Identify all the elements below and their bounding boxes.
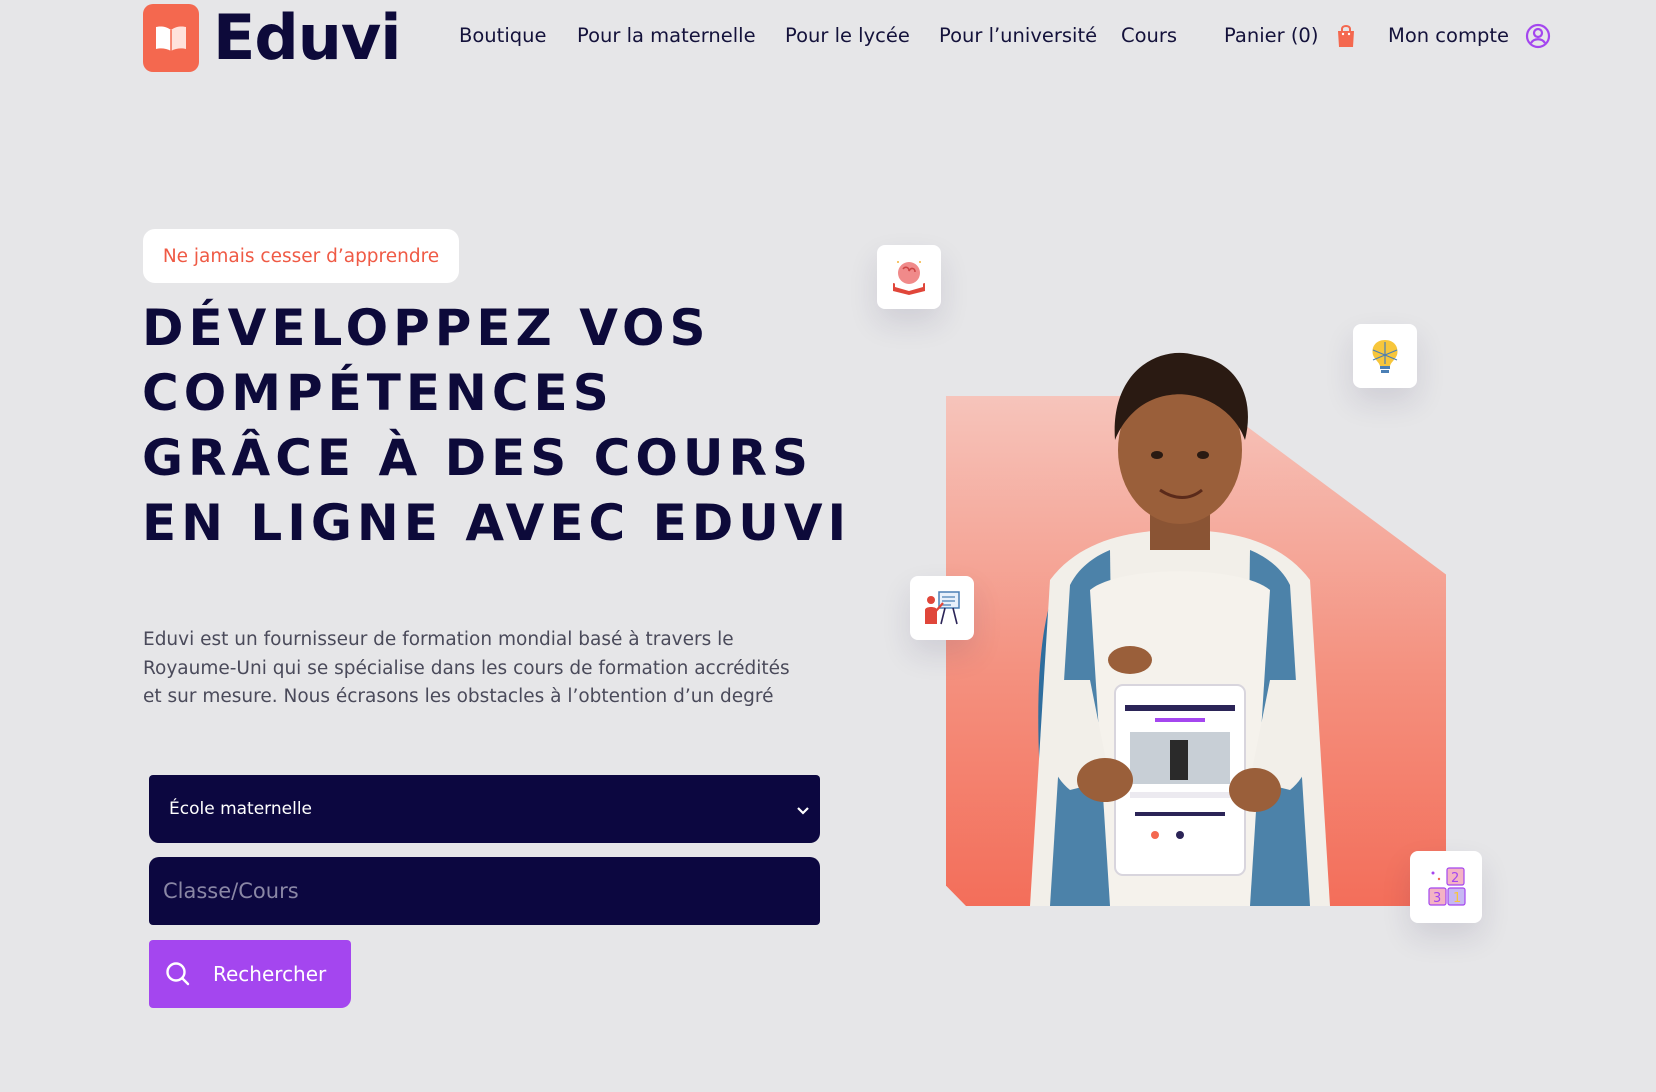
search-button[interactable]: Rechercher [149,940,351,1008]
search-button-label: Rechercher [213,962,327,986]
hero-description: Eduvi est un fournisseur de formation mo… [143,626,833,712]
student-photo [1030,352,1330,906]
headline-line: GRÂCE À DES COURS [142,429,813,487]
teacher-board-icon [910,576,974,640]
number-blocks-icon: 2 3 1 [1410,851,1482,923]
svg-text:1: 1 [1453,891,1461,906]
nav-lycee[interactable]: Pour le lycée [785,24,910,47]
svg-text:3: 3 [1433,891,1441,906]
description-line: Eduvi est un fournisseur de formation mo… [143,629,734,650]
chevron-down-icon [796,801,810,821]
level-select-value: École maternelle [169,799,313,819]
hero-headline: DÉVELOPPEZ VOS COMPÉTENCES GRÂCE À DES C… [142,296,852,556]
nav-boutique[interactable]: Boutique [459,24,546,47]
headline-line: EN LIGNE AVEC EDUVI [142,494,852,552]
open-book-icon [143,4,199,72]
search-icon [165,961,191,987]
user-circle-icon[interactable] [1525,23,1551,53]
shopping-bag-icon[interactable] [1335,23,1357,53]
nav-cours[interactable]: Cours [1121,24,1177,47]
svg-text:2: 2 [1451,871,1459,886]
nav-maternelle[interactable]: Pour la maternelle [577,24,756,47]
level-select[interactable]: École maternelle [149,775,820,843]
headline-line: COMPÉTENCES [142,364,614,422]
description-line: Royaume-Uni qui se spécialise dans les c… [143,657,790,679]
cart-link[interactable]: Panier (0) [1224,24,1318,47]
page: Eduvi Boutique Pour la maternelle Pour l… [0,0,1656,1092]
account-link[interactable]: Mon compte [1388,24,1509,47]
headline-line: DÉVELOPPEZ VOS [142,299,711,357]
lightbulb-icon [1353,324,1417,388]
tagline-pill: Ne jamais cesser d’apprendre [143,229,459,283]
description-line: et sur mesure. Nous écrasons les obstacl… [143,686,774,707]
class-course-input[interactable]: Classe/Cours [149,857,820,925]
logo[interactable]: Eduvi [143,1,402,74]
nav-universite[interactable]: Pour l’université [939,24,1097,47]
book-brain-icon [877,245,941,309]
brand-name: Eduvi [213,1,402,74]
